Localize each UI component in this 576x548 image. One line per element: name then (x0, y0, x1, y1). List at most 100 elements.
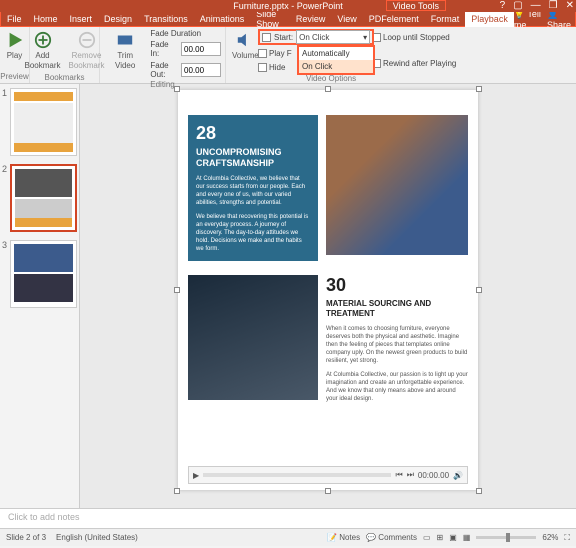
handle-tr[interactable] (476, 86, 482, 92)
fade-out-input[interactable] (181, 63, 221, 77)
ribbon: Play Preview Add Bookmark Remove Bookmar… (0, 27, 576, 84)
hide-checkbox[interactable]: Hide (258, 63, 285, 72)
play-fullscreen-checkbox[interactable]: Play F (258, 49, 292, 58)
remove-bookmark-button[interactable]: Remove Bookmark (65, 29, 109, 73)
rewind-checkbox[interactable]: Rewind after Playing (372, 59, 456, 68)
thumbnail-1[interactable] (10, 88, 77, 156)
block1-heading: UNCOMPROMISING CRAFTSMANSHIP (196, 147, 310, 169)
handle-mr[interactable] (476, 287, 482, 293)
block1-number: 28 (196, 123, 310, 144)
tab-review[interactable]: Review (290, 12, 332, 27)
handle-tc[interactable] (325, 86, 331, 92)
tab-view[interactable]: View (331, 12, 362, 27)
volume-icon (236, 31, 254, 49)
handle-bl[interactable] (174, 488, 180, 494)
tab-transitions[interactable]: Transitions (138, 12, 194, 27)
tab-design[interactable]: Design (98, 12, 138, 27)
start-checkbox[interactable] (262, 33, 271, 42)
start-select[interactable]: On Click (296, 30, 370, 44)
preview-group-label: Preview (0, 72, 28, 81)
tab-slideshow[interactable]: Slide Show (250, 12, 290, 27)
start-option-automatically[interactable]: Automatically (299, 47, 373, 60)
status-bar: Slide 2 of 3 English (United States) 📝 N… (0, 528, 576, 546)
workspace: 1 2 3 28 UNCOMPROMISING CRAFTSMANSHIP At… (0, 84, 576, 508)
video-scrubber[interactable] (203, 473, 391, 477)
zoom-slider[interactable] (476, 536, 536, 539)
fade-out-label: Fade Out: (150, 61, 178, 79)
trim-video-button[interactable]: Trim Video (104, 29, 146, 80)
window-controls: ? ▢ — ❐ ✕ (500, 0, 574, 11)
fade-in-label: Fade In: (150, 40, 178, 58)
block2-heading: MATERIAL SOURCING AND TREATMENT (326, 299, 468, 319)
start-dropdown: Automatically On Click (297, 45, 375, 75)
title-bar: Furniture.pptx - PowerPoint Video Tools … (0, 0, 576, 12)
image-material[interactable] (188, 275, 318, 400)
add-bookmark-button[interactable]: Add Bookmark (21, 29, 65, 73)
view-normal-icon[interactable]: ▭ (423, 533, 431, 542)
view-sorter-icon[interactable]: ⊞ (437, 533, 444, 542)
tab-file[interactable]: File (1, 12, 28, 27)
start-option-onclick[interactable]: On Click (299, 60, 373, 73)
restore-icon[interactable]: ❐ (549, 0, 558, 11)
display-options-icon[interactable]: ▢ (513, 0, 522, 11)
notes-pane[interactable]: Click to add notes (0, 508, 576, 528)
fit-to-window-icon[interactable]: ⛶ (564, 533, 570, 543)
slide-counter: Slide 2 of 3 (6, 533, 46, 542)
tab-animations[interactable]: Animations (194, 12, 251, 27)
block1-body-p2: We believe that recovering this potentia… (196, 213, 310, 253)
minimize-icon[interactable]: — (531, 0, 541, 11)
thumbnail-3[interactable] (10, 240, 77, 308)
block2-number: 30 (326, 275, 468, 296)
handle-ml[interactable] (174, 287, 180, 293)
fade-in-input[interactable] (181, 42, 221, 56)
video-volume-button[interactable]: 🔊 (453, 471, 463, 480)
bookmark-add-icon (34, 31, 52, 49)
bookmarks-group-label: Bookmarks (44, 73, 84, 82)
video-prev-button[interactable]: ⏮ (395, 470, 402, 480)
fade-duration-label: Fade Duration (150, 29, 221, 38)
video-play-button[interactable]: ▶ (193, 471, 199, 480)
start-label: Start: (274, 33, 293, 42)
thumb-num-1: 1 (2, 88, 8, 156)
notes-button[interactable]: 📝 Notes (327, 533, 360, 542)
content-block-1: 28 UNCOMPROMISING CRAFTSMANSHIP At Colum… (188, 115, 468, 261)
app-title: Furniture.pptx - PowerPoint (233, 1, 343, 11)
block2-body-p1: When it comes to choosing furniture, eve… (326, 325, 468, 365)
handle-tl[interactable] (174, 86, 180, 92)
text-block-1[interactable]: 28 UNCOMPROMISING CRAFTSMANSHIP At Colum… (188, 115, 318, 261)
close-icon[interactable]: ✕ (566, 0, 574, 11)
start-control[interactable]: Start: On Click (258, 29, 374, 45)
content-block-2: 30 MATERIAL SOURCING AND TREATMENT When … (188, 275, 468, 403)
context-tab-video-tools: Video Tools (386, 0, 446, 11)
text-block-2[interactable]: 30 MATERIAL SOURCING AND TREATMENT When … (326, 275, 468, 403)
view-reading-icon[interactable]: ▣ (449, 533, 457, 542)
zoom-value: 62% (542, 533, 558, 542)
tab-format[interactable]: Format (425, 12, 466, 27)
slide-canvas-area[interactable]: 28 UNCOMPROMISING CRAFTSMANSHIP At Colum… (80, 84, 576, 508)
handle-br[interactable] (476, 488, 482, 494)
video-control-bar: ▶ ⏮ ⏭ 00:00.00 🔊 (188, 466, 468, 484)
trim-icon (116, 31, 134, 49)
tab-home[interactable]: Home (28, 12, 64, 27)
block1-body-p1: At Columbia Collective, we believe that … (196, 175, 310, 207)
help-icon[interactable]: ? (500, 0, 506, 11)
slide-thumbnail-panel: 1 2 3 (0, 84, 80, 508)
block2-body-p2: At Columbia Collective, our passion is t… (326, 371, 468, 403)
handle-bc[interactable] (325, 488, 331, 494)
thumb-num-3: 3 (2, 240, 8, 308)
video-options-group-label: Video Options (306, 74, 356, 83)
tab-insert[interactable]: Insert (64, 12, 99, 27)
tab-pdfelement[interactable]: PDFelement (363, 12, 425, 27)
video-time: 00:00.00 (418, 471, 449, 480)
view-slideshow-icon[interactable]: ▦ (463, 533, 471, 542)
loop-checkbox[interactable]: Loop until Stopped (372, 33, 450, 42)
thumbnail-2[interactable] (10, 164, 77, 232)
video-next-button[interactable]: ⏭ (407, 470, 414, 480)
ribbon-tabs: File Home Insert Design Transitions Anim… (0, 12, 576, 27)
thumb-num-2: 2 (2, 164, 8, 232)
tab-playback[interactable]: Playback (465, 12, 514, 27)
language-indicator[interactable]: English (United States) (56, 533, 138, 542)
comments-button[interactable]: 💬 Comments (366, 533, 417, 542)
image-craftsmanship[interactable] (326, 115, 468, 255)
slide[interactable]: 28 UNCOMPROMISING CRAFTSMANSHIP At Colum… (178, 90, 478, 490)
